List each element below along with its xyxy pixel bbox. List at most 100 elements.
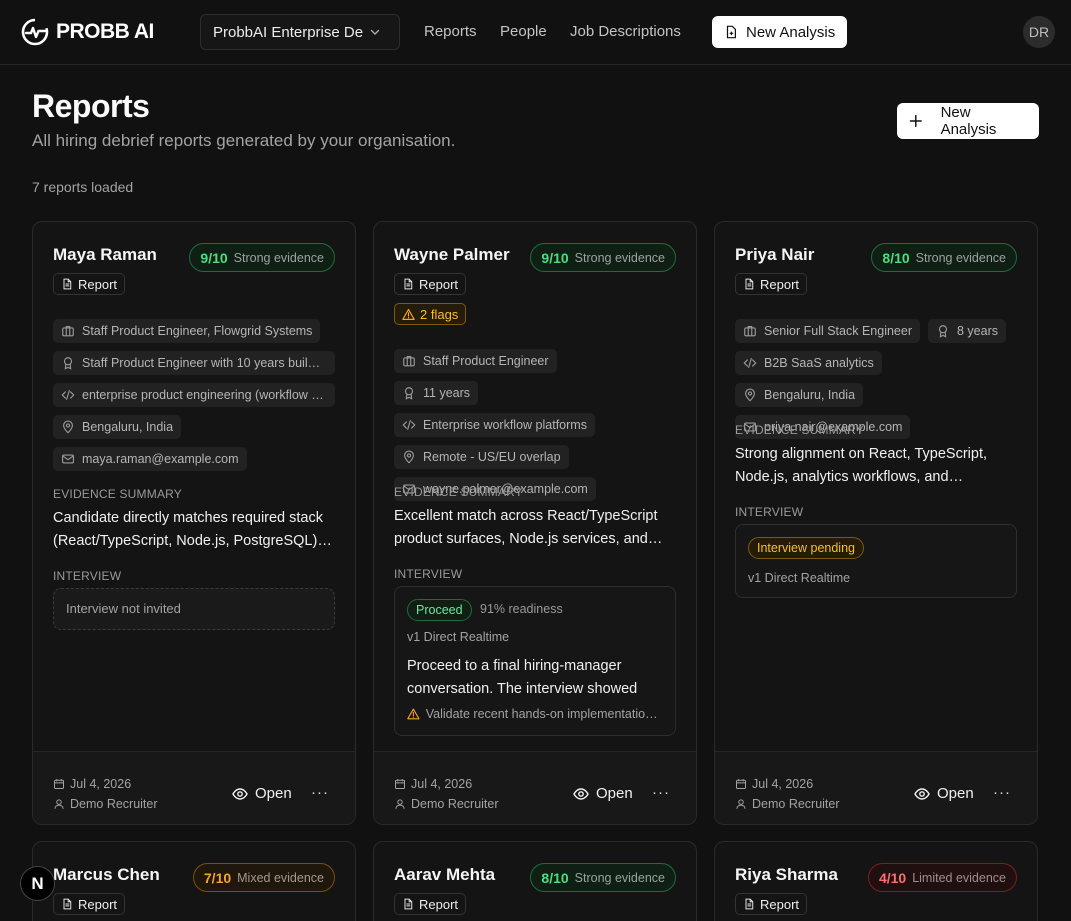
logo[interactable]: PROBB AI	[20, 17, 154, 47]
score-value: 9/10	[200, 249, 228, 266]
nav-job-descriptions[interactable]: Job Descriptions	[570, 23, 681, 40]
chip-text: 11 years	[423, 386, 471, 400]
report-card[interactable]: Marcus Chen 7/10 Mixed evidence Report	[32, 841, 356, 921]
interview-box[interactable]: Proceed 91% readiness v1 Direct Realtime…	[394, 586, 676, 736]
report-chip[interactable]: Report	[53, 273, 126, 295]
more-options-button[interactable]: ···	[652, 784, 670, 801]
interview-status-pill: Proceed	[407, 599, 472, 621]
flags-label: 2 flags	[420, 306, 459, 322]
candidate-chips: Staff Product Engineer, Flowgrid Systems…	[53, 319, 335, 471]
interview-box[interactable]: Interview pending v1 Direct Realtime	[735, 524, 1017, 598]
score-badge: 9/10 Strong evidence	[189, 243, 335, 272]
interview-label: INTERVIEW	[394, 567, 463, 581]
award-icon	[61, 356, 75, 370]
chip-email[interactable]: maya.raman@example.com	[53, 447, 247, 471]
eye-icon	[573, 786, 589, 802]
open-button[interactable]: Open	[914, 785, 974, 802]
report-chip[interactable]: Report	[735, 273, 808, 295]
open-label: Open	[937, 785, 974, 802]
chip-text: 8 years	[957, 324, 998, 338]
interview-warning: Validate recent hands-on implementation …	[407, 707, 663, 721]
report-chip[interactable]: Report	[53, 893, 126, 915]
report-date: Jul 4, 2026	[53, 777, 131, 791]
score-value: 7/10	[203, 869, 232, 886]
interview-status-pill: Interview pending	[748, 537, 864, 559]
report-chip-label: Report	[419, 276, 459, 292]
report-date: Jul 4, 2026	[735, 777, 813, 791]
code-icon	[402, 418, 416, 432]
open-button[interactable]: Open	[573, 785, 633, 802]
org-select[interactable]: ProbbAI Enterprise Demo	[200, 14, 400, 50]
document-icon	[743, 898, 755, 910]
interview-recommendation: Proceed to a final hiring-manager conver…	[407, 658, 638, 697]
chip-text: maya.raman@example.com	[82, 452, 239, 466]
briefcase-icon	[743, 324, 757, 338]
report-chip[interactable]: Report	[394, 273, 467, 295]
avatar[interactable]: DR	[1023, 16, 1055, 48]
chip-text: Senior Full Stack Engineer	[764, 324, 912, 338]
report-card[interactable]: Wayne Palmer 9/10 Strong evidence Report …	[373, 221, 697, 825]
eye-icon	[914, 786, 930, 802]
briefcase-icon	[402, 354, 416, 368]
nav-people[interactable]: People	[500, 23, 547, 40]
candidate-chips: Staff Product Engineer 11 years Enterpri…	[394, 349, 676, 501]
interview-label: INTERVIEW	[735, 505, 804, 519]
report-card[interactable]: Riya Sharma 4/10 Limited evidence Report	[714, 841, 1038, 921]
report-author-text: Demo Recruiter	[70, 797, 158, 811]
score-value: 9/10	[541, 249, 569, 266]
evidence-summary: Strong alignment on React, TypeScript, N…	[735, 446, 988, 485]
report-card[interactable]: Aarav Mehta 8/10 Strong evidence Report	[373, 841, 697, 921]
document-icon	[61, 278, 73, 290]
open-button[interactable]: Open	[232, 785, 292, 802]
report-chip[interactable]: Report	[394, 893, 467, 915]
document-icon	[402, 278, 414, 290]
evidence-level: Strong evidence	[233, 250, 324, 265]
chip-text: Enterprise workflow platforms	[423, 418, 587, 432]
interview-readiness: 91% readiness	[480, 602, 563, 616]
candidate-name: Wayne Palmer	[394, 245, 510, 264]
chevron-down-icon	[370, 29, 380, 35]
evidence-summary-label: EVIDENCE SUMMARY	[53, 487, 183, 501]
report-author: Demo Recruiter	[394, 797, 499, 811]
card-footer: Jul 4, 2026 Demo Recruiter Open ···	[374, 751, 696, 824]
score-value: 8/10	[541, 869, 569, 886]
reports-count: 7 reports loaded	[32, 179, 134, 195]
report-author: Demo Recruiter	[735, 797, 840, 811]
evidence-summary: Candidate directly matches required stac…	[53, 510, 323, 549]
report-date-text: Jul 4, 2026	[411, 777, 473, 791]
interview-mode: v1 Direct Realtime	[748, 571, 851, 585]
report-author-text: Demo Recruiter	[752, 797, 840, 811]
page-title: Reports	[32, 88, 150, 124]
file-plus-icon	[726, 25, 736, 39]
new-analysis-button[interactable]: New Analysis	[897, 103, 1039, 139]
location-icon	[61, 420, 75, 434]
report-chip-label: Report	[78, 896, 118, 912]
report-chip-label: Report	[419, 896, 459, 912]
chip-text: enterprise product engineering (workflow…	[82, 388, 327, 402]
score-badge: 8/10 Strong evidence	[530, 863, 676, 892]
nav-reports[interactable]: Reports	[424, 23, 477, 40]
report-date-text: Jul 4, 2026	[70, 777, 132, 791]
more-options-button[interactable]: ···	[311, 784, 329, 801]
open-label: Open	[255, 785, 292, 802]
report-chip[interactable]: Report	[735, 893, 808, 915]
chip-role: Staff Product Engineer	[394, 349, 557, 373]
evidence-summary: Excellent match across React/TypeScript …	[394, 508, 658, 547]
org-select-value: ProbbAI Enterprise Demo	[213, 23, 363, 41]
new-analysis-nav-button[interactable]: New Analysis	[712, 16, 848, 48]
logo-text: PROBB AI	[56, 20, 154, 43]
calendar-icon	[394, 778, 406, 790]
evidence-level: Strong evidence	[574, 250, 665, 265]
flags-chip[interactable]: 2 flags	[394, 303, 467, 325]
evidence-summary-label: EVIDENCE SUMMARY	[394, 485, 524, 499]
chip-domain: Enterprise workflow platforms	[394, 413, 595, 437]
report-card[interactable]: Priya Nair 8/10 Strong evidence Report Se…	[714, 221, 1038, 825]
interview-label: INTERVIEW	[53, 569, 122, 583]
chip-location: Remote - US/EU overlap	[394, 445, 569, 469]
more-options-button[interactable]: ···	[993, 784, 1011, 801]
dev-tools-badge[interactable]: N	[20, 866, 55, 901]
evidence-level: Strong evidence	[574, 870, 665, 885]
chip-experience: 8 years	[928, 319, 1006, 343]
new-analysis-label: New Analysis	[940, 104, 997, 138]
report-card[interactable]: Maya Raman 9/10 Strong evidence Report St…	[32, 221, 356, 825]
